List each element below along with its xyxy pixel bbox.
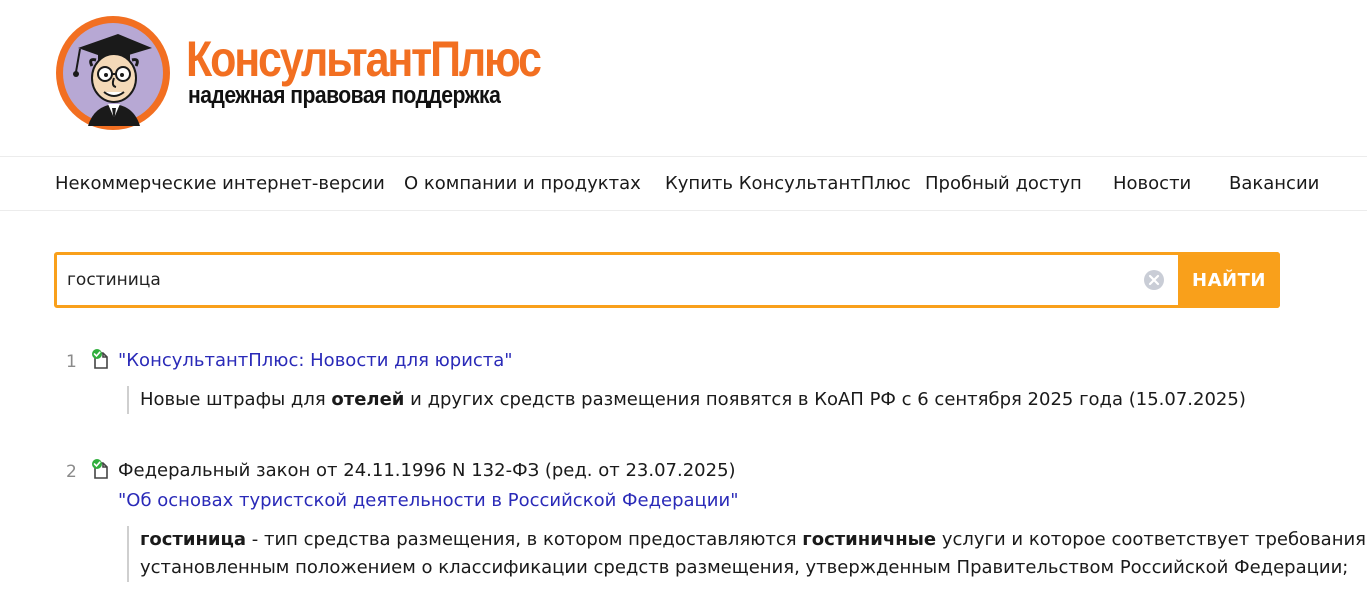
professor-mascot-icon[interactable] [54,14,172,132]
nav-item-noncommercial[interactable]: Некоммерческие интернет-версии [55,157,385,210]
main-nav: Некоммерческие интернет-версии О компани… [0,156,1367,211]
brand-name[interactable]: КонсультантПлюс [186,31,542,87]
document-checked-icon[interactable] [90,348,112,370]
snippet-highlight: гостиничные [802,529,937,550]
result-title: Федеральный закон от 24.11.1996 N 132-ФЗ… [118,460,736,481]
snippet-highlight: отелей [331,389,405,410]
nav-item-news[interactable]: Новости [1113,157,1191,210]
result-number: 2 [66,462,77,482]
snippet-text: и других средств размещения появятся в К… [404,389,1246,410]
nav-item-trial[interactable]: Пробный доступ [925,157,1082,210]
snippet-line: установленным положением о классификации… [140,557,1349,578]
result-link[interactable]: "КонсультантПлюс: Новости для юриста" [118,350,513,371]
snippet-highlight: гостиница [140,529,247,550]
search-bar: НАЙТИ [54,252,1280,308]
clear-search-icon[interactable] [1144,270,1164,290]
result-number: 1 [66,352,77,372]
brand-name-part1: Консультант [186,31,432,87]
nav-item-vacancies[interactable]: Вакансии [1229,157,1319,210]
page: КонсультантПлюс надежная правовая поддер… [0,0,1367,614]
nav-item-buy[interactable]: Купить КонсультантПлюс [665,157,911,210]
snippet-text: услуги и которое соответствует требовани… [936,529,1367,550]
search-button[interactable]: НАЙТИ [1178,252,1280,308]
document-checked-icon[interactable] [90,458,112,480]
result-snippet: Новые штрафы для отелей и других средств… [127,386,1246,414]
snippet-line: гостиница - тип средства размещения, в к… [140,526,1367,554]
brand-tagline: надежная правовая поддержка [188,82,501,109]
result-snippet: гостиница - тип средства размещения, в к… [127,526,1367,582]
search-input[interactable] [67,263,1127,297]
nav-item-about[interactable]: О компании и продуктах [404,157,641,210]
snippet-text: Новые штрафы для [140,389,332,410]
site-header: КонсультантПлюс надежная правовая поддер… [0,0,1367,156]
snippet-text: - тип средства размещения, в котором пре… [246,529,803,550]
result-link[interactable]: "Об основах туристской деятельности в Ро… [118,490,738,511]
brand-name-part2: Плюс [430,31,542,87]
